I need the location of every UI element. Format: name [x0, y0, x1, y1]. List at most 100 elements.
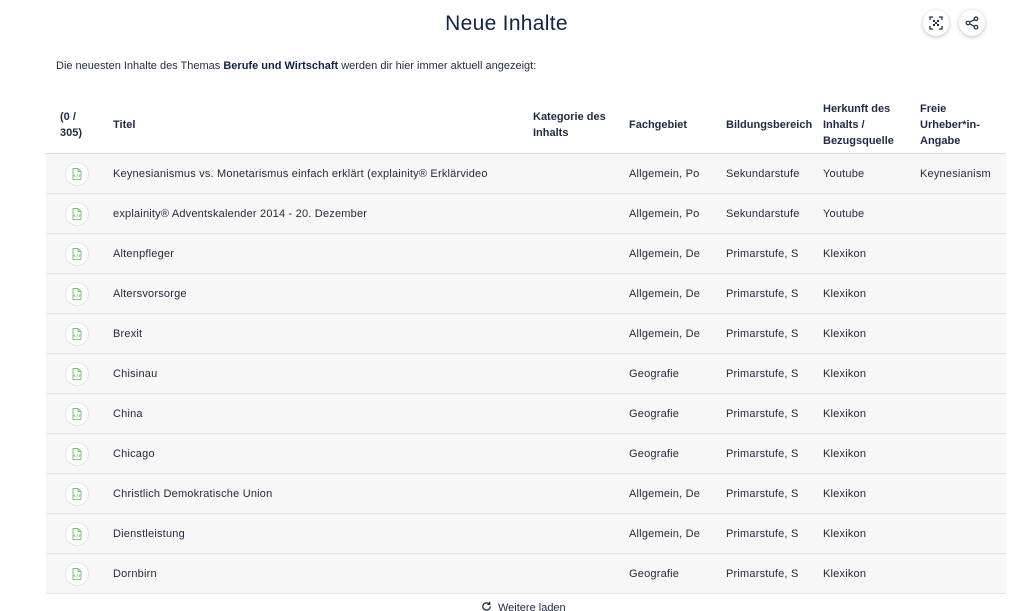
row-icon-cell: [64, 314, 90, 353]
row-source: Youtube: [823, 207, 865, 220]
page: Neue Inhalte Die neuesten Inhalte des Th…: [0, 0, 1013, 611]
row-icon-cell: [64, 194, 90, 233]
document-icon: [66, 442, 88, 465]
row-author: [920, 354, 1006, 393]
row-source: Klexikon: [823, 287, 867, 300]
row-subject: Geografie: [629, 407, 680, 420]
row-title[interactable]: Dienstleistung: [113, 514, 513, 553]
intro-suffix: werden dir hier immer aktuell angezeigt:: [338, 60, 537, 72]
row-subject: Allgemein, De: [629, 247, 701, 260]
topic-name: Berufe und Wirtschaft: [223, 60, 339, 72]
header-subject[interactable]: Fachgebiet: [629, 97, 709, 153]
table-row[interactable]: China Geografie Primarstufe, S Klexikon: [46, 394, 1006, 434]
row-icon-cell: [64, 474, 90, 513]
row-subject: Allgemein, De: [629, 287, 701, 300]
row-title[interactable]: Dornbirn: [113, 554, 513, 593]
row-subject: Geografie: [629, 567, 680, 580]
load-more-button[interactable]: Weitere laden: [481, 601, 566, 611]
table-header: (0 / 305) Titel Kategorie des Inhalts Fa…: [46, 97, 1006, 154]
table-row[interactable]: explainity® Adventskalender 2014 - 20. D…: [46, 194, 1006, 234]
row-author: [920, 514, 1006, 553]
row-source: Klexikon: [823, 527, 867, 540]
row-subject: Allgemein, De: [629, 527, 701, 540]
row-author: [920, 314, 1006, 353]
row-author: [920, 194, 1006, 233]
row-education: Primarstufe, S: [726, 447, 799, 460]
row-education: Primarstufe, S: [726, 367, 799, 380]
row-subject: Geografie: [629, 367, 680, 380]
row-icon-cell: [64, 514, 90, 553]
row-icon-cell: [64, 434, 90, 473]
table-row[interactable]: Chisinau Geografie Primarstufe, S Klexikon: [46, 354, 1006, 394]
row-education: Primarstufe, S: [726, 407, 799, 420]
row-title[interactable]: Altersvorsorge: [113, 274, 513, 313]
row-source: Klexikon: [823, 407, 867, 420]
row-subject: Allgemein, Po: [629, 167, 700, 180]
row-icon-cell: [64, 154, 90, 193]
row-education: Sekundarstufe: [726, 167, 800, 180]
header-source[interactable]: Herkunft des Inhalts / Bezugsquelle: [823, 97, 909, 153]
row-source: Klexikon: [823, 447, 867, 460]
table-row[interactable]: Dienstleistung Allgemein, De Primarstufe, …: [46, 514, 1006, 554]
row-icon-cell: [64, 274, 90, 313]
row-source: Youtube: [823, 167, 865, 180]
row-education: Primarstufe, S: [726, 287, 799, 300]
row-title[interactable]: Keynesianismus vs. Monetarismus einfach …: [113, 154, 513, 193]
table-row[interactable]: Christlich Demokratische Union Allgemein,…: [46, 474, 1006, 514]
document-icon: [66, 482, 88, 505]
table-row[interactable]: Altenpfleger Allgemein, De Primarstufe, S K…: [46, 234, 1006, 274]
document-icon: [66, 202, 88, 225]
table-body: Keynesianismus vs. Monetarismus einfach …: [46, 154, 1006, 594]
row-title[interactable]: Brexit: [113, 314, 513, 353]
row-title[interactable]: Altenpfleger: [113, 234, 513, 273]
document-icon: [66, 242, 88, 265]
row-education: Primarstufe, S: [726, 327, 799, 340]
row-source: Klexikon: [823, 247, 867, 260]
row-icon-cell: [64, 354, 90, 393]
row-author: [920, 394, 1006, 433]
document-icon: [66, 562, 88, 585]
table-row[interactable]: Brexit Allgemein, De Primarstufe, S Klexiko…: [46, 314, 1006, 354]
load-more-label: Weitere laden: [498, 602, 566, 611]
document-icon: [66, 162, 88, 185]
row-title[interactable]: Christlich Demokratische Union: [113, 474, 513, 513]
document-icon: [66, 522, 88, 545]
intro-prefix: Die neuesten Inhalte des Themas: [56, 60, 224, 72]
content-table: (0 / 305) Titel Kategorie des Inhalts Fa…: [46, 97, 1006, 594]
row-source: Klexikon: [823, 367, 867, 380]
table-row[interactable]: Dornbirn Geografie Primarstufe, S Klexikon: [46, 554, 1006, 594]
row-source: Klexikon: [823, 567, 867, 580]
qr-code-icon: [929, 16, 943, 30]
row-subject: Allgemein, Po: [629, 207, 700, 220]
row-education: Sekundarstufe: [726, 207, 800, 220]
share-icon: [965, 16, 979, 30]
row-title[interactable]: Chisinau: [113, 354, 513, 393]
qr-code-button[interactable]: [923, 10, 949, 36]
row-icon-cell: [64, 234, 90, 273]
row-icon-cell: [64, 394, 90, 433]
header-author[interactable]: Freie Urheber*in-Angabe: [920, 97, 1000, 153]
row-author: [920, 554, 1006, 593]
header-education[interactable]: Bildungsbereich: [726, 97, 812, 153]
page-title: Neue Inhalte: [445, 12, 568, 35]
row-education: Primarstufe, S: [726, 527, 799, 540]
header-count[interactable]: (0 / 305): [60, 97, 96, 153]
row-education: Primarstufe, S: [726, 247, 799, 260]
row-title[interactable]: China: [113, 394, 513, 433]
table-row[interactable]: Altersvorsorge Allgemein, De Primarstufe, …: [46, 274, 1006, 314]
row-source: Klexikon: [823, 487, 867, 500]
document-icon: [66, 362, 88, 385]
share-button[interactable]: [959, 10, 985, 36]
row-author: [920, 434, 1006, 473]
row-title[interactable]: explainity® Adventskalender 2014 - 20. D…: [113, 194, 513, 233]
row-education: Primarstufe, S: [726, 567, 799, 580]
table-row[interactable]: Chicago Geografie Primarstufe, S Klexikon: [46, 434, 1006, 474]
row-title[interactable]: Chicago: [113, 434, 513, 473]
header-title[interactable]: Titel: [113, 97, 413, 153]
document-icon: [66, 402, 88, 425]
header-category[interactable]: Kategorie des Inhalts: [533, 97, 613, 153]
row-source: Klexikon: [823, 327, 867, 340]
row-author: [920, 274, 1006, 313]
table-row[interactable]: Keynesianismus vs. Monetarismus einfach …: [46, 154, 1006, 194]
header-actions: [923, 10, 985, 36]
